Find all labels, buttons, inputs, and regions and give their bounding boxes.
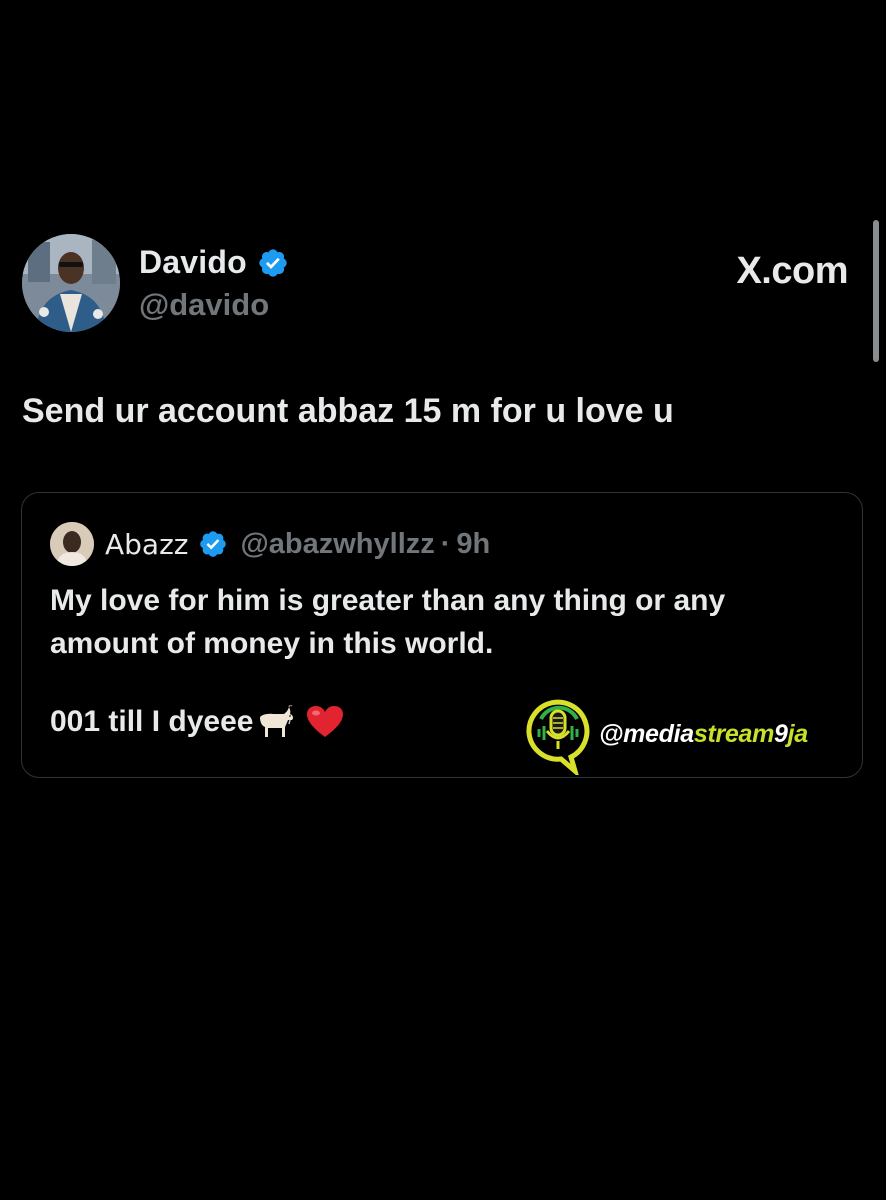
watermark: @mediastream9ja: [519, 693, 808, 779]
watermark-logo: [519, 693, 597, 779]
quoted-tweet-card[interactable]: Abazz @abazwhyllzz · 9h My love for him …: [21, 492, 863, 779]
site-label: X.com: [736, 250, 848, 292]
quoted-last-line-text: 001 till I dyeee: [50, 705, 254, 738]
author-handle[interactable]: @davido: [139, 287, 269, 323]
author-avatar[interactable]: [22, 234, 120, 332]
watermark-part2: stream: [693, 719, 775, 748]
tweet-text: Send ur account abbaz 15 m for u love u: [22, 392, 674, 430]
quoted-author-name[interactable]: Abazz: [105, 528, 188, 561]
quoted-verified-badge-icon[interactable]: [198, 529, 228, 559]
watermark-text: @mediastream9ja: [599, 720, 808, 749]
quoted-separator-dot: ·: [440, 527, 451, 560]
quoted-body-line: My love for him is greater than any thin…: [50, 584, 726, 617]
goat-icon: [254, 704, 296, 739]
red-heart-icon: [306, 705, 344, 739]
quoted-author-avatar[interactable]: [50, 522, 94, 566]
quoted-author-handle[interactable]: @abazwhyllzz: [240, 528, 434, 561]
author-name-row: Davido: [139, 244, 289, 281]
quoted-tweet-header: Abazz @abazwhyllzz · 9h: [50, 521, 490, 567]
watermark-part4: ja: [787, 719, 809, 748]
quoted-tweet-body: My love for him is greater than any thin…: [50, 579, 840, 665]
quoted-timestamp[interactable]: 9h: [456, 528, 490, 561]
watermark-at: @: [599, 719, 624, 748]
watermark-part3: 9: [774, 719, 788, 748]
quoted-body-line: amount of money in this world.: [50, 627, 494, 660]
quoted-last-line: 001 till I dyeee: [50, 704, 344, 739]
author-name[interactable]: Davido: [139, 244, 247, 281]
watermark-part1: media: [623, 719, 694, 748]
verified-badge-icon[interactable]: [257, 247, 289, 279]
scrollbar[interactable]: [873, 220, 879, 362]
